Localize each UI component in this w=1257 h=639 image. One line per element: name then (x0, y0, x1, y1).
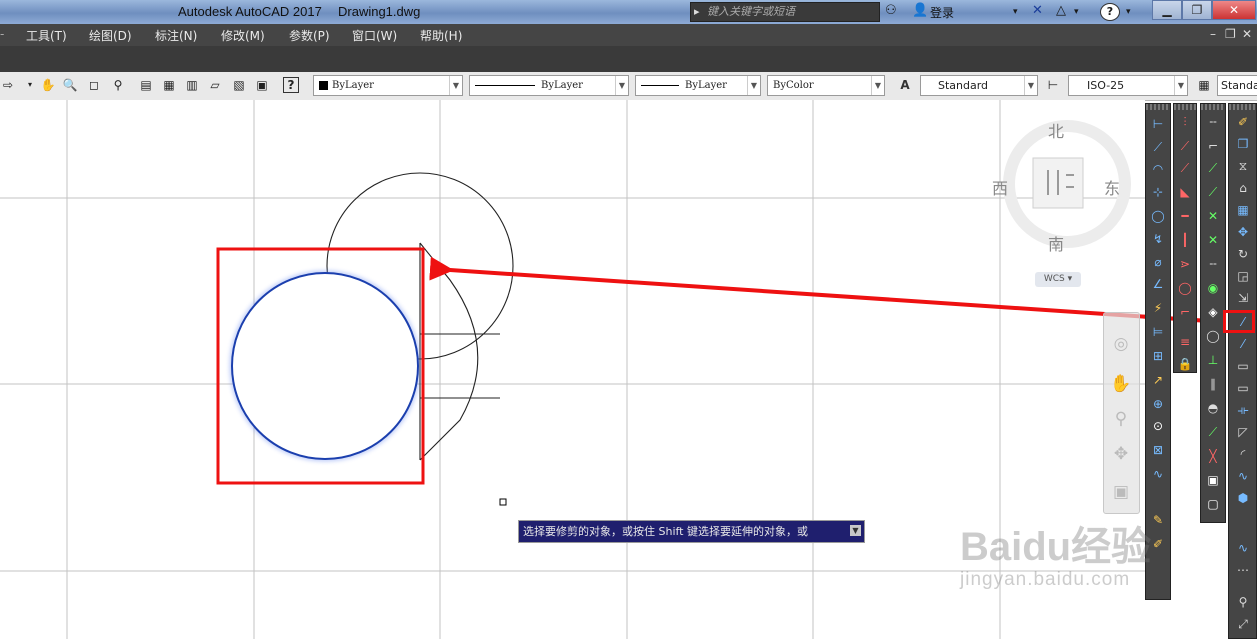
snap-3-icon[interactable]: ⟋ (1204, 160, 1222, 176)
draw-red-7-icon[interactable]: ⋗ (1176, 256, 1194, 272)
array-icon[interactable]: ▦ (1234, 202, 1252, 218)
command-prompt-tip: 选择要修剪的对象，或按住 Shift 键选择要延伸的对象，或 ▼ (518, 520, 865, 543)
join-icon[interactable]: ⟛ (1234, 402, 1252, 418)
chamfer-icon[interactable]: ◸ (1234, 424, 1252, 440)
angular-icon[interactable]: ∠ (1149, 276, 1167, 292)
explode-icon[interactable]: ⬢ (1234, 490, 1252, 506)
scale-icon[interactable]: ◲ (1234, 268, 1252, 284)
watermark-logo: Baidu经验 (960, 525, 1152, 569)
snap-node-icon[interactable]: ⟋ (1204, 424, 1222, 440)
break-icon[interactable]: ▭ (1234, 380, 1252, 396)
baidu-watermark: Baidu经验 jingyan.baidu.com (960, 525, 1151, 591)
draw-red-6-icon[interactable]: ┃ (1176, 232, 1194, 248)
draw-red-2-icon[interactable]: ⟋ (1176, 138, 1194, 154)
erase-icon[interactable]: ✐ (1234, 114, 1252, 130)
draw-red-1-icon[interactable]: ⫶ (1176, 114, 1194, 130)
navigation-bar[interactable]: ◎ ✋ ⚲ ✥ ▣ (1103, 312, 1140, 514)
watermark-url: jingyan.baidu.com (960, 569, 1131, 590)
snap-perp-icon[interactable]: ⊥ (1204, 352, 1222, 368)
aligned-dim-icon[interactable]: ⟋ (1149, 139, 1167, 155)
arc-length-icon[interactable]: ◠ (1149, 161, 1167, 177)
draw-red-10-icon[interactable]: ≡ (1176, 334, 1194, 350)
draw-red-5-icon[interactable]: ━ (1176, 208, 1194, 224)
trim-tool-highlight (1223, 310, 1255, 333)
snap-2-icon[interactable]: ⌐ (1204, 138, 1222, 154)
snap-6-icon[interactable]: ✕ (1204, 232, 1222, 248)
wcs-label: WCS (1043, 274, 1065, 284)
viewcube-west[interactable]: 西 (992, 175, 1008, 199)
continue-icon[interactable]: ⊞ (1149, 348, 1167, 364)
snap-settings-icon[interactable]: ▣ (1204, 472, 1222, 488)
break-point-icon[interactable]: ▭ (1234, 358, 1252, 374)
modify-toolbar: ✐ ❐ ⧖ ⌂ ▦ ✥ ↻ ◲ ⇲ ⁄ ⁄ ▭ ▭ ⟛ ◸ ◜ ∿ ⬢ ∿ ⋯ … (1228, 103, 1257, 639)
blend-icon[interactable]: ∿ (1234, 468, 1252, 484)
pedit-icon[interactable]: ∿ (1234, 540, 1252, 556)
steering-wheel-icon[interactable]: ◎ (1110, 333, 1132, 355)
snap-insert-icon[interactable]: ◓ (1204, 400, 1222, 416)
diameter-icon[interactable]: ⌀ (1149, 254, 1167, 270)
fillet-icon[interactable]: ◜ (1234, 446, 1252, 462)
snap-4-icon[interactable]: ⟋ (1204, 184, 1222, 200)
viewcube-east[interactable]: 东 (1104, 175, 1120, 199)
snap-1-icon[interactable]: ╌ (1204, 114, 1222, 130)
draw-red-4-icon[interactable]: ◣ (1176, 184, 1194, 200)
command-options-icon[interactable]: ▼ (850, 525, 861, 536)
offset-icon[interactable]: ⌂ (1234, 180, 1252, 196)
snap-7-icon[interactable]: ╌ (1204, 256, 1222, 272)
pan-nav-icon[interactable]: ✋ (1110, 373, 1132, 395)
viewcube-south[interactable]: 南 (1048, 231, 1064, 255)
showmotion-icon[interactable]: ▣ (1110, 481, 1132, 503)
jogged-linear-icon[interactable]: ∿ (1149, 466, 1167, 482)
draw-red-3-icon[interactable]: ⟋ (1176, 160, 1194, 176)
snap-extra-icon[interactable]: ▢ (1204, 496, 1222, 512)
center-mark-icon[interactable]: ⊙ (1149, 418, 1167, 434)
snap-none-icon[interactable]: ╳ (1204, 448, 1222, 464)
draw-order-toolbar: ⫶ ⟋ ⟋ ◣ ━ ┃ ⋗ ◯ ⌐ ≡ 🔒 (1173, 103, 1197, 373)
tolerance-icon[interactable]: ⊕ (1149, 396, 1167, 412)
draw-red-8-icon[interactable]: ◯ (1176, 280, 1194, 296)
orbit-nav-icon[interactable]: ✥ (1110, 443, 1132, 465)
dim-text-edit-icon[interactable]: ✐ (1149, 536, 1167, 552)
snap-quadrant-icon[interactable]: ◈ (1204, 304, 1222, 320)
linear-dim-icon[interactable]: ⊢ (1149, 116, 1167, 132)
baseline-icon[interactable]: ⊨ (1149, 324, 1167, 340)
viewcube-north[interactable]: 北 (1048, 118, 1064, 142)
quick-dim-icon[interactable]: ⚡ (1149, 300, 1167, 316)
jogged-icon[interactable]: ↯ (1149, 231, 1167, 247)
radius-dim-icon[interactable]: ◯ (1149, 208, 1167, 224)
ordinate-icon[interactable]: ⊹ (1149, 184, 1167, 200)
qleader-icon[interactable]: ↗ (1149, 372, 1167, 388)
lock-icon[interactable]: 🔒 (1176, 356, 1194, 372)
inspect-icon[interactable]: ⊠ (1149, 442, 1167, 458)
dim-edit-icon[interactable]: ✎ (1149, 512, 1167, 528)
snap-tangent-icon[interactable]: ◯ (1204, 328, 1222, 344)
zoom-tool-icon[interactable]: ⚲ (1234, 594, 1252, 610)
extend-icon[interactable]: ⁄ (1234, 336, 1252, 352)
draw-red-9-icon[interactable]: ⌐ (1176, 304, 1194, 320)
command-tip-text: 选择要修剪的对象，或按住 Shift 键选择要延伸的对象，或 (523, 525, 808, 538)
zoom-nav-icon[interactable]: ⚲ (1110, 408, 1132, 430)
copy-icon[interactable]: ❐ (1234, 136, 1252, 152)
move-icon[interactable]: ✥ (1234, 224, 1252, 240)
mirror-icon[interactable]: ⧖ (1234, 158, 1252, 174)
divide-icon[interactable]: ⋯ (1234, 562, 1252, 578)
zoom-extents-icon[interactable]: ⤢ (1234, 616, 1252, 632)
snap-parallel-icon[interactable]: ∥ (1204, 376, 1222, 392)
stretch-icon[interactable]: ⇲ (1234, 290, 1252, 306)
rotate-icon[interactable]: ↻ (1234, 246, 1252, 262)
snap-5-icon[interactable]: ✕ (1204, 208, 1222, 224)
wcs-menu[interactable]: WCS ▾ (1035, 272, 1081, 287)
snap-center-icon[interactable]: ◉ (1204, 280, 1222, 296)
